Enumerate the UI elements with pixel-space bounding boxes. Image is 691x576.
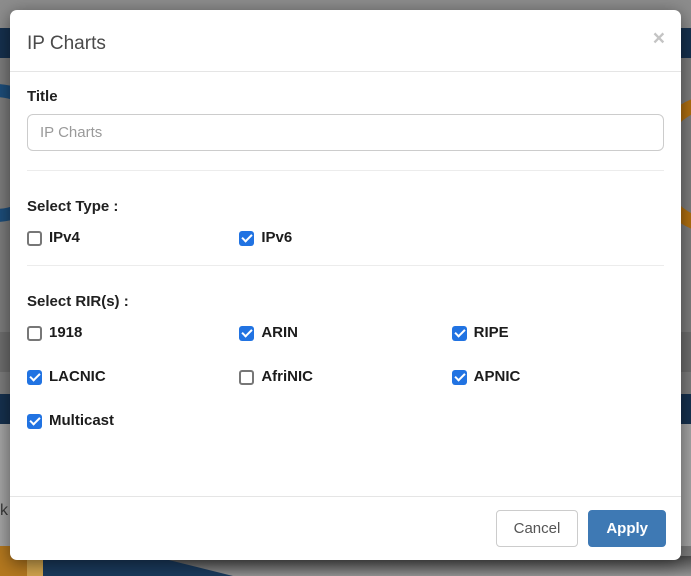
checkbox-label: AfriNIC xyxy=(261,369,313,385)
divider xyxy=(27,170,664,171)
checkbox-option-1918[interactable]: 1918 xyxy=(27,325,239,341)
title-input[interactable] xyxy=(27,114,664,151)
checkbox-label: RIPE xyxy=(474,325,509,341)
unchecked-checkbox-icon[interactable] xyxy=(239,370,254,385)
rir-options-grid: 1918 ARIN RIPE LACNIC AfriNIC APNIC Multicast xyxy=(27,325,664,429)
checkbox-option-arin[interactable]: ARIN xyxy=(239,325,451,341)
divider xyxy=(27,265,664,266)
checkbox-label: LACNIC xyxy=(49,369,106,385)
checked-checkbox-icon[interactable] xyxy=(452,370,467,385)
checkbox-label: 1918 xyxy=(49,325,82,341)
checked-checkbox-icon[interactable] xyxy=(239,326,254,341)
checkbox-label: IPv4 xyxy=(49,230,80,246)
cancel-button[interactable]: Cancel xyxy=(496,510,579,547)
apply-button[interactable]: Apply xyxy=(588,510,666,547)
dialog-footer: Cancel Apply xyxy=(10,496,681,560)
checked-checkbox-icon[interactable] xyxy=(452,326,467,341)
type-options-grid: IPv4 IPv6 xyxy=(27,230,664,246)
checkbox-label: IPv6 xyxy=(261,230,292,246)
title-field-label: Title xyxy=(27,88,664,105)
checkbox-option-lacnic[interactable]: LACNIC xyxy=(27,369,239,385)
checkbox-label: ARIN xyxy=(261,325,298,341)
dialog-header: IP Charts × xyxy=(10,10,681,72)
checkbox-option-multicast[interactable]: Multicast xyxy=(27,413,239,429)
checkbox-option-afrinic[interactable]: AfriNIC xyxy=(239,369,451,385)
unchecked-checkbox-icon[interactable] xyxy=(27,326,42,341)
checkbox-label: APNIC xyxy=(474,369,521,385)
select-type-heading: Select Type : xyxy=(27,198,664,215)
checkbox-label: Multicast xyxy=(49,413,114,429)
checked-checkbox-icon[interactable] xyxy=(27,370,42,385)
background-text-fragment: k xyxy=(0,502,8,520)
close-icon[interactable]: × xyxy=(653,28,665,49)
checkbox-option-ipv4[interactable]: IPv4 xyxy=(27,230,239,246)
dialog-title: IP Charts xyxy=(27,33,664,54)
checkbox-option-ipv6[interactable]: IPv6 xyxy=(239,230,451,246)
checkbox-option-apnic[interactable]: APNIC xyxy=(452,369,664,385)
checked-checkbox-icon[interactable] xyxy=(27,414,42,429)
unchecked-checkbox-icon[interactable] xyxy=(27,231,42,246)
select-rir-heading: Select RIR(s) : xyxy=(27,293,664,310)
checkbox-option-ripe[interactable]: RIPE xyxy=(452,325,664,341)
checked-checkbox-icon[interactable] xyxy=(239,231,254,246)
dialog-body: Title Select Type : IPv4 IPv6 Select RIR(… xyxy=(10,72,681,496)
ip-charts-dialog: IP Charts × Title Select Type : IPv4 IPv6… xyxy=(10,10,681,560)
